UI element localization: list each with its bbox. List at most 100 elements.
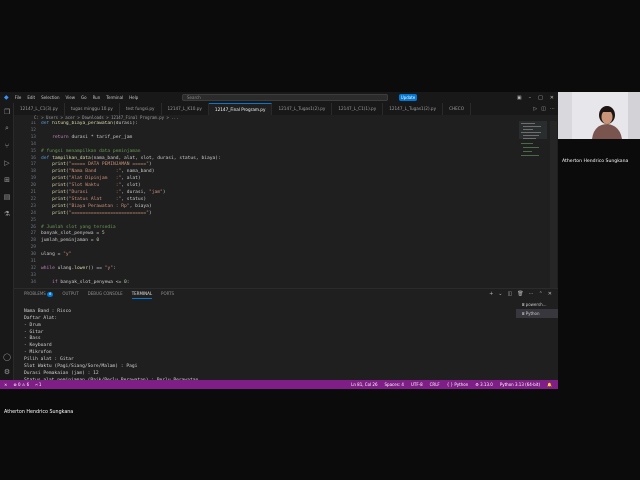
encoding[interactable]: UTF-8: [411, 380, 423, 389]
dropdown-icon[interactable]: ⌄: [498, 289, 502, 299]
tab-file[interactable]: 12147_L_Tugas1(2).py: [383, 103, 444, 115]
explorer-icon[interactable]: ❐: [0, 103, 14, 120]
terminal-line: Nama Band : Risco: [24, 308, 72, 314]
language-mode[interactable]: { } Python: [447, 380, 469, 389]
code-line: print("Durasi :", durasi, "jam"): [52, 190, 166, 195]
code-line: print("Alat Dipinjam :", alat): [52, 176, 141, 182]
remote-indicator-icon[interactable]: ⨯: [4, 380, 7, 389]
line-number: 23: [30, 203, 36, 209]
close-icon[interactable]: ✕: [550, 95, 554, 101]
run-debug-icon[interactable]: ▷: [0, 154, 14, 171]
code-line: print("Nama Band :", nama_band): [52, 169, 155, 175]
line-number: 34: [30, 279, 36, 285]
interpreter[interactable]: Python 3.13 (64-bit): [500, 380, 540, 389]
tab-file[interactable]: test fungsi.py: [120, 103, 162, 115]
line-number: 14: [30, 141, 36, 147]
menu-selection[interactable]: Selection: [41, 95, 59, 100]
window-controls: ▣ – □ ✕: [517, 92, 554, 103]
update-button[interactable]: Update: [399, 94, 417, 101]
maximize-panel-icon[interactable]: ⌃: [539, 289, 543, 299]
settings-gear-icon[interactable]: ⚙: [0, 363, 14, 380]
tab-output[interactable]: OUTPUT: [62, 289, 78, 299]
code-editor[interactable]: 11 def hitung_biaya_perawatan(durasi): 12 1…: [14, 121, 519, 288]
menu-go[interactable]: Go: [81, 95, 87, 100]
menu-run[interactable]: Run: [93, 95, 101, 100]
code-line: # fungsi menampilkan data peminjaman: [41, 148, 141, 154]
tab-file[interactable]: CHECO: [443, 103, 472, 115]
line-number: 16: [30, 155, 36, 161]
terminal-line: - Drum: [24, 322, 41, 328]
extensions-icon[interactable]: ⊞: [0, 171, 14, 188]
search-input[interactable]: Search: [182, 94, 388, 101]
close-panel-icon[interactable]: ✕: [548, 289, 552, 299]
problems-count-badge: 6: [47, 292, 54, 297]
tab-file[interactable]: 12147_L_C1(3).py: [14, 103, 65, 115]
tab-active-file[interactable]: 12147_Final Program.py: [208, 103, 273, 115]
line-ending[interactable]: CRLF: [430, 380, 440, 389]
terminal-line: - Mikrofon: [24, 350, 52, 356]
remote-icon[interactable]: ▤: [0, 188, 14, 205]
vscode-window: ◆ File Edit Selection View Go Run Termin…: [0, 92, 558, 389]
terminal-list-item[interactable]: ⌸ powersh...: [516, 300, 558, 309]
menu-terminal[interactable]: Terminal: [106, 95, 123, 100]
split-terminal-icon[interactable]: ◫: [508, 289, 513, 299]
line-number: 24: [30, 210, 36, 216]
editor-tabs: 12147_L_C1(3).py tugas minggu 10.py test…: [14, 103, 558, 115]
line-number: 33: [30, 272, 36, 278]
search-icon[interactable]: ⌕: [0, 120, 14, 137]
line-number: 11: [30, 121, 36, 126]
terminal-list-item[interactable]: ⌸ Python: [516, 309, 558, 318]
cursor-position[interactable]: Ln 81, Col 26: [351, 380, 377, 389]
terminal-line: Daftar Alat:: [24, 315, 58, 321]
minimize-icon[interactable]: –: [529, 95, 532, 101]
editor-scrollbar[interactable]: [550, 121, 557, 288]
maximize-icon[interactable]: □: [538, 95, 543, 101]
tab-file[interactable]: 12147_L_C1(1).py: [332, 103, 384, 115]
code-line: jumlah_peminjaman = 0: [41, 238, 100, 244]
tab-ports[interactable]: PORTS: [161, 289, 174, 299]
ports-status[interactable]: ⑁ 1: [35, 380, 41, 389]
tab-terminal[interactable]: TERMINAL: [131, 289, 153, 299]
menu-view[interactable]: View: [66, 95, 76, 100]
tab-problems[interactable]: PROBLEMS 6: [24, 289, 54, 299]
line-number: 29: [30, 245, 36, 251]
flask-icon[interactable]: ⚗: [0, 205, 14, 222]
source-control-icon[interactable]: ⑂: [0, 137, 14, 154]
minimap[interactable]: [519, 121, 547, 288]
trash-icon[interactable]: 🗑: [517, 289, 523, 299]
terminal-output[interactable]: Nama Band : Risco Daftar Alat: - Drum - Git…: [24, 302, 504, 389]
participant-name: Atherton Hendrico Sungkana: [562, 159, 629, 164]
terminal-list: ⌸ powersh... ⌸ Python: [516, 300, 558, 318]
code-line: print("===== DATA PEMINJAMAN ====="): [52, 162, 152, 168]
code-line: print("==========================="): [52, 210, 152, 216]
participant-video-image: [558, 92, 640, 139]
menu-help[interactable]: Help: [129, 95, 138, 100]
tab-file[interactable]: 12147_L_K10.py: [162, 103, 209, 115]
split-editor-icon[interactable]: ◫: [541, 106, 546, 112]
title-bar: ◆ File Edit Selection View Go Run Termin…: [0, 92, 558, 103]
code-line: ulang = "y": [41, 252, 72, 258]
line-number: 17: [30, 162, 36, 168]
run-icon[interactable]: ▷: [533, 106, 537, 112]
tab-debug-console[interactable]: DEBUG CONSOLE: [88, 289, 123, 299]
tab-file[interactable]: tugas minggu 10.py: [65, 103, 120, 115]
menu-edit[interactable]: Edit: [27, 95, 35, 100]
indentation[interactable]: Spaces: 4: [385, 380, 404, 389]
tab-file[interactable]: 12147_L_Tugas1(2).py: [272, 103, 333, 115]
vscode-logo-icon: ◆: [4, 94, 9, 101]
participant-video-tile[interactable]: [558, 92, 640, 139]
layout-icon[interactable]: ▣: [517, 95, 522, 101]
line-number: 32: [30, 265, 36, 271]
problems-status[interactable]: ⊗ 0 ⚠ 6: [13, 380, 29, 389]
line-number: 21: [30, 190, 36, 195]
more-icon[interactable]: ⋯: [529, 289, 534, 299]
more-icon[interactable]: ⋯: [550, 106, 555, 112]
line-number: 25: [30, 217, 36, 223]
menu-file[interactable]: File: [15, 95, 22, 100]
python-version[interactable]: ⚙ 3.13.0: [475, 380, 493, 389]
code-line: def hitung_biaya_perawatan(durasi):: [41, 121, 138, 126]
new-terminal-icon[interactable]: +: [489, 289, 493, 299]
notifications-icon[interactable]: 🔔: [547, 380, 552, 389]
terminal-line: Pilih alat : Gitar: [24, 357, 74, 363]
